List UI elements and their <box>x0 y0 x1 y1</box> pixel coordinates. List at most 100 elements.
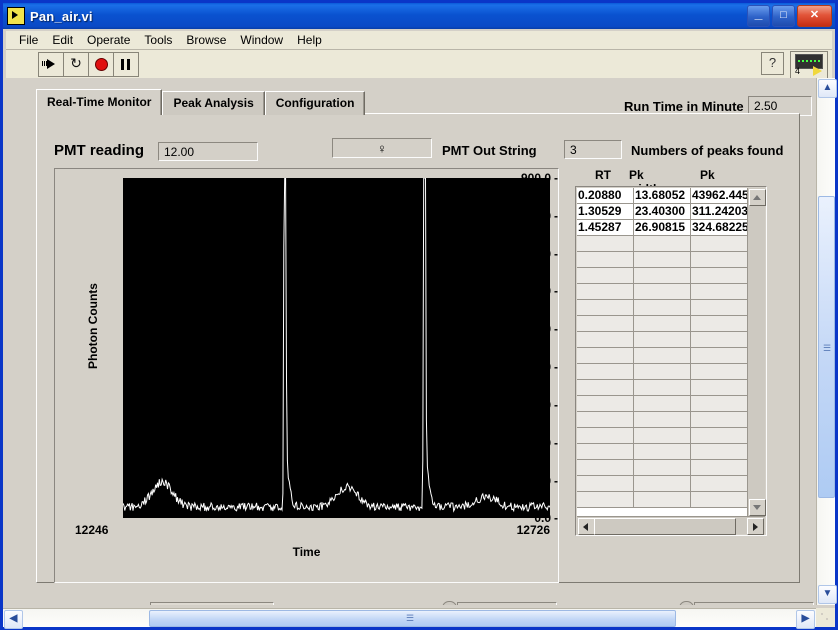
menu-item-help[interactable]: Help <box>290 32 329 48</box>
table-cell[interactable] <box>577 284 634 300</box>
integration-ring[interactable]: Lowpass data <box>694 602 814 605</box>
table-cell[interactable] <box>577 412 634 428</box>
tab-configuration[interactable]: Configuration <box>264 91 366 115</box>
peak-table-vertical-scrollbar[interactable] <box>747 188 766 517</box>
window-scroll-left-button[interactable]: ◀ <box>4 610 23 629</box>
table-cell[interactable] <box>634 236 691 252</box>
table-cell[interactable] <box>577 444 634 460</box>
table-cell[interactable] <box>691 252 748 268</box>
table-row[interactable] <box>577 460 749 476</box>
menu-item-window[interactable]: Window <box>233 32 290 48</box>
table-cell[interactable]: 43962.445 <box>691 188 748 204</box>
table-row[interactable]: 1.30529 23.40300 311.24203 <box>577 204 749 220</box>
table-cell[interactable] <box>634 412 691 428</box>
table-row[interactable] <box>577 236 749 252</box>
window-horizontal-scroll-thumb[interactable]: ☰ <box>149 610 676 627</box>
table-cell[interactable] <box>634 428 691 444</box>
menu-item-tools[interactable]: Tools <box>137 32 179 48</box>
table-cell[interactable] <box>691 396 748 412</box>
vi-revision-indicator[interactable]: 4 <box>790 51 828 79</box>
table-cell[interactable] <box>691 332 748 348</box>
table-cell[interactable] <box>691 364 748 380</box>
table-row[interactable] <box>577 332 749 348</box>
scroll-left-button[interactable] <box>578 518 595 535</box>
table-cell[interactable] <box>691 428 748 444</box>
table-cell[interactable] <box>634 300 691 316</box>
menu-item-edit[interactable]: Edit <box>45 32 80 48</box>
table-cell[interactable] <box>634 460 691 476</box>
abort-button[interactable] <box>88 52 114 77</box>
table-cell[interactable] <box>691 348 748 364</box>
window-vertical-scrollbar[interactable]: ▲ ☰ ▼ <box>816 78 837 605</box>
table-row[interactable]: 1.45287 26.90815 324.68225 <box>577 220 749 236</box>
window-scroll-right-button[interactable]: ▶ <box>796 610 815 629</box>
table-cell[interactable] <box>577 268 634 284</box>
table-cell[interactable]: 26.90815 <box>634 220 691 236</box>
table-cell[interactable] <box>577 380 634 396</box>
table-cell[interactable] <box>634 284 691 300</box>
pmt-reading-field[interactable]: 12.00 <box>158 142 258 161</box>
table-cell[interactable] <box>634 348 691 364</box>
table-row[interactable] <box>577 444 749 460</box>
table-row[interactable] <box>577 428 749 444</box>
table-cell[interactable] <box>691 316 748 332</box>
table-row[interactable] <box>577 348 749 364</box>
table-cell[interactable]: 324.68225 <box>691 220 748 236</box>
base-interpolation-ring[interactable]: Linear <box>457 602 557 605</box>
menu-item-operate[interactable]: Operate <box>80 32 137 48</box>
table-row[interactable] <box>577 252 749 268</box>
peaks-found-field[interactable]: 3 <box>564 140 622 159</box>
pmt-out-string-field[interactable]: ♀ <box>332 138 432 158</box>
table-cell[interactable] <box>691 236 748 252</box>
table-cell[interactable] <box>691 380 748 396</box>
table-row[interactable] <box>577 380 749 396</box>
table-cell[interactable] <box>577 236 634 252</box>
table-cell[interactable] <box>577 476 634 492</box>
table-cell[interactable] <box>634 332 691 348</box>
peak-table-horizontal-scrollbar[interactable] <box>577 516 765 535</box>
minimize-button[interactable]: _ <box>747 5 770 27</box>
table-row[interactable] <box>577 476 749 492</box>
scroll-up-button[interactable] <box>749 189 766 206</box>
table-cell[interactable] <box>634 252 691 268</box>
table-row[interactable] <box>577 268 749 284</box>
table-cell[interactable] <box>577 396 634 412</box>
table-cell[interactable] <box>691 492 748 508</box>
tab-real-time-monitor[interactable]: Real-Time Monitor <box>36 89 163 115</box>
table-cell[interactable]: 0.20880 <box>577 188 634 204</box>
table-cell[interactable] <box>691 476 748 492</box>
pause-button[interactable] <box>113 52 139 77</box>
table-cell[interactable] <box>634 316 691 332</box>
integration-spinner[interactable] <box>679 601 694 605</box>
table-row[interactable] <box>577 492 749 508</box>
table-cell[interactable] <box>634 492 691 508</box>
scroll-down-button[interactable] <box>749 499 766 516</box>
table-cell[interactable] <box>634 364 691 380</box>
table-cell[interactable] <box>634 396 691 412</box>
window-scroll-down-button[interactable]: ▼ <box>818 585 837 604</box>
horizontal-scroll-thumb[interactable] <box>594 518 736 535</box>
menu-item-browse[interactable]: Browse <box>179 32 233 48</box>
table-cell[interactable] <box>634 268 691 284</box>
table-cell[interactable]: 1.45287 <box>577 220 634 236</box>
table-cell[interactable] <box>577 364 634 380</box>
table-cell[interactable] <box>577 460 634 476</box>
base-interpolation-spinner[interactable] <box>442 601 457 605</box>
table-cell[interactable]: 1.30529 <box>577 204 634 220</box>
table-cell[interactable] <box>634 476 691 492</box>
photon-counts-graph[interactable]: Photon Counts 900.0- 800.0- 700.0- 600.0… <box>54 168 559 583</box>
run-button[interactable] <box>38 52 64 77</box>
table-cell[interactable] <box>691 412 748 428</box>
window-scroll-up-button[interactable]: ▲ <box>818 79 837 98</box>
window-vertical-scroll-thumb[interactable]: ☰ <box>818 196 835 498</box>
table-cell[interactable] <box>691 284 748 300</box>
close-button[interactable]: ✕ <box>797 5 832 27</box>
table-row[interactable] <box>577 396 749 412</box>
peak-table[interactable]: 0.20880 13.68052 43962.445 1.30529 23.40300 3… <box>575 186 767 536</box>
window-horizontal-scrollbar[interactable]: ◀ ☰ ▶ <box>3 608 835 629</box>
table-cell[interactable] <box>577 348 634 364</box>
table-row[interactable] <box>577 364 749 380</box>
table-row[interactable]: 0.20880 13.68052 43962.445 <box>577 188 749 204</box>
plot-area[interactable] <box>123 178 550 518</box>
peak-table-grid[interactable]: 0.20880 13.68052 43962.445 1.30529 23.40300 3… <box>577 188 749 517</box>
